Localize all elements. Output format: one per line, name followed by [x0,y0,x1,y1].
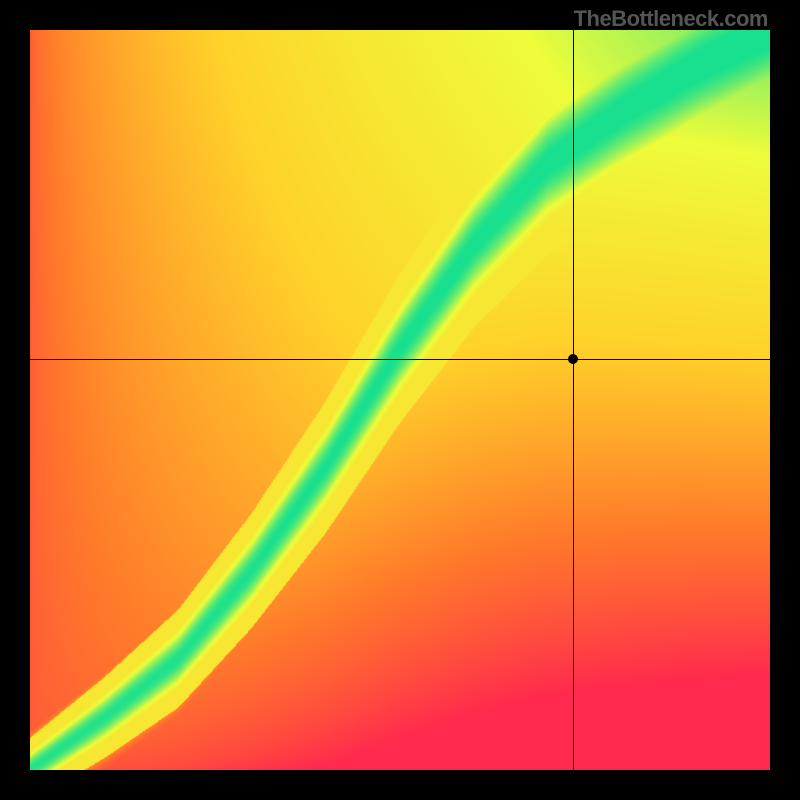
heatmap-plot [30,30,770,770]
chart-frame: TheBottleneck.com [0,0,800,800]
watermark-text: TheBottleneck.com [574,6,768,32]
heatmap-canvas [30,30,770,770]
